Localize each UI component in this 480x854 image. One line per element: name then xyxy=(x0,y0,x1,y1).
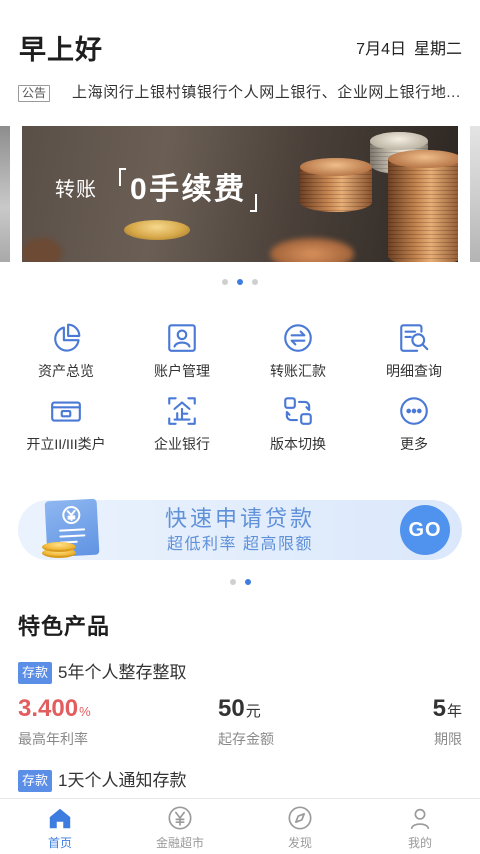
product-badge: 存款 xyxy=(18,770,53,792)
carousel-dot[interactable] xyxy=(252,279,258,285)
term-unit: 年 xyxy=(446,703,462,720)
coin xyxy=(388,150,458,262)
tab-label: 我的 xyxy=(407,836,432,850)
menu-transfer[interactable]: 转账汇款 xyxy=(240,321,356,380)
menu-label: 版本切换 xyxy=(270,436,326,452)
coin xyxy=(300,158,372,212)
promo-banner[interactable]: 转账 0手续费 xyxy=(22,126,458,262)
menu-more[interactable]: 更多 xyxy=(356,394,472,453)
menu-label: 明细查询 xyxy=(386,363,442,379)
rate-unit: % xyxy=(79,704,91,719)
banner-next-peek[interactable] xyxy=(470,126,480,262)
compass-icon xyxy=(287,805,313,831)
menu-enterprise-banking[interactable]: 企业银行 xyxy=(124,394,240,453)
loan-indicator xyxy=(0,579,480,585)
tab-label: 发现 xyxy=(287,836,312,850)
product-badge: 存款 xyxy=(18,662,53,684)
notice-text: 上海闵行上银村镇银行个人网上银行、企业网上银行地... xyxy=(72,84,461,101)
menu-label: 企业银行 xyxy=(154,436,210,452)
menu-statement-query[interactable]: 明细查询 xyxy=(356,321,472,380)
loan-title: 快速申请贷款 xyxy=(164,506,315,531)
banner-prev-peek[interactable] xyxy=(0,126,10,262)
carousel-dot[interactable] xyxy=(229,579,236,585)
bracket-decoration xyxy=(119,168,126,186)
rate-value: 3.400% xyxy=(18,696,91,725)
tab-profile[interactable]: 我的 xyxy=(360,799,480,854)
coin xyxy=(124,220,190,240)
banner-highlight-box: 0手续费 xyxy=(119,168,257,212)
loan-banner[interactable]: 快速申请贷款 超低利率 超高限额 GO xyxy=(18,498,462,560)
date-display: 7月4日 星期二 xyxy=(356,40,462,60)
more-icon xyxy=(397,394,431,428)
term-number: 5 xyxy=(432,695,446,722)
pie-chart-icon xyxy=(49,321,83,355)
loan-subtitle: 超低利率 超高限额 xyxy=(167,536,313,553)
weekday-text: 星期二 xyxy=(413,41,462,58)
menu-label: 账户管理 xyxy=(154,363,210,379)
section-title: 特色产品 xyxy=(18,614,111,639)
bank-card-icon xyxy=(49,394,83,428)
transfer-icon xyxy=(281,321,315,355)
banner-indicator xyxy=(0,279,480,285)
menu-asset-overview[interactable]: 资产总览 xyxy=(8,321,124,380)
coin xyxy=(270,238,354,262)
product-name: 1天个人通知存款 xyxy=(58,771,187,790)
term-label: 期限 xyxy=(434,731,462,747)
term-value: 5年 xyxy=(433,696,462,725)
rate-number: 3.400 xyxy=(18,695,79,722)
banner-headline: 转账 0手续费 xyxy=(55,168,257,212)
product-card[interactable]: 存款 1天个人通知存款 xyxy=(18,770,462,792)
tab-label: 首页 xyxy=(47,836,72,850)
tab-finance-market[interactable]: 金融超市 xyxy=(120,799,240,854)
bracket-decoration xyxy=(249,194,257,212)
min-amount-label: 起存金额 xyxy=(218,731,274,747)
menu-label: 转账汇款 xyxy=(270,363,326,379)
carousel-dot-active[interactable] xyxy=(244,579,251,585)
product-header: 存款 1天个人通知存款 xyxy=(18,770,462,792)
menu-open-account[interactable]: 开立II/III类户 xyxy=(8,394,124,453)
bottom-tab-bar: 首页 金融超市 发现 我的 xyxy=(0,798,480,854)
finance-market-icon xyxy=(167,805,193,831)
tab-label: 金融超市 xyxy=(155,836,204,850)
tab-discover[interactable]: 发现 xyxy=(240,799,360,854)
menu-account-management[interactable]: 账户管理 xyxy=(124,321,240,380)
rate-label: 最高年利率 xyxy=(18,731,88,747)
tab-home[interactable]: 首页 xyxy=(0,799,120,854)
banner-highlight: 0手续费 xyxy=(130,173,247,206)
statement-search-icon xyxy=(397,321,431,355)
home-icon xyxy=(47,805,73,831)
product-labels: 最高年利率 起存金额 期限 xyxy=(18,730,462,748)
greeting-title: 早上好 xyxy=(19,35,103,65)
menu-label: 更多 xyxy=(400,436,428,452)
date-text: 7月4日 xyxy=(356,41,406,58)
menu-label: 开立II/III类户 xyxy=(26,436,106,452)
min-amount-unit: 元 xyxy=(245,703,261,720)
notice-badge: 公告 xyxy=(18,84,51,102)
carousel-dot[interactable] xyxy=(222,279,228,285)
product-name: 5年个人整存整取 xyxy=(58,663,187,682)
menu-switch-version[interactable]: 版本切换 xyxy=(240,394,356,453)
enterprise-icon xyxy=(165,394,199,428)
coin xyxy=(22,238,62,262)
account-card-icon xyxy=(165,321,199,355)
switch-version-icon xyxy=(281,394,315,428)
menu-label: 资产总览 xyxy=(38,363,94,379)
product-card[interactable]: 存款 5年个人整存整取 3.400% 50元 5年 最高年利率 起存金额 期限 xyxy=(18,662,462,750)
carousel-dot-active[interactable] xyxy=(237,279,243,285)
go-button[interactable]: GO xyxy=(400,505,450,555)
product-values: 3.400% 50元 5年 xyxy=(18,696,462,722)
min-amount-value: 50元 xyxy=(218,696,261,725)
banner-prefix: 转账 xyxy=(55,179,97,201)
quick-menu: 资产总览 账户管理 转账汇款 明细查询 开立II/III类户 企业银行 版本切换… xyxy=(8,321,472,453)
min-amount-number: 50 xyxy=(218,695,245,722)
product-header: 存款 5年个人整存整取 xyxy=(18,662,462,684)
notice-bar[interactable]: 公告 上海闵行上银村镇银行个人网上银行、企业网上银行地... xyxy=(18,83,462,103)
profile-icon xyxy=(407,805,433,831)
